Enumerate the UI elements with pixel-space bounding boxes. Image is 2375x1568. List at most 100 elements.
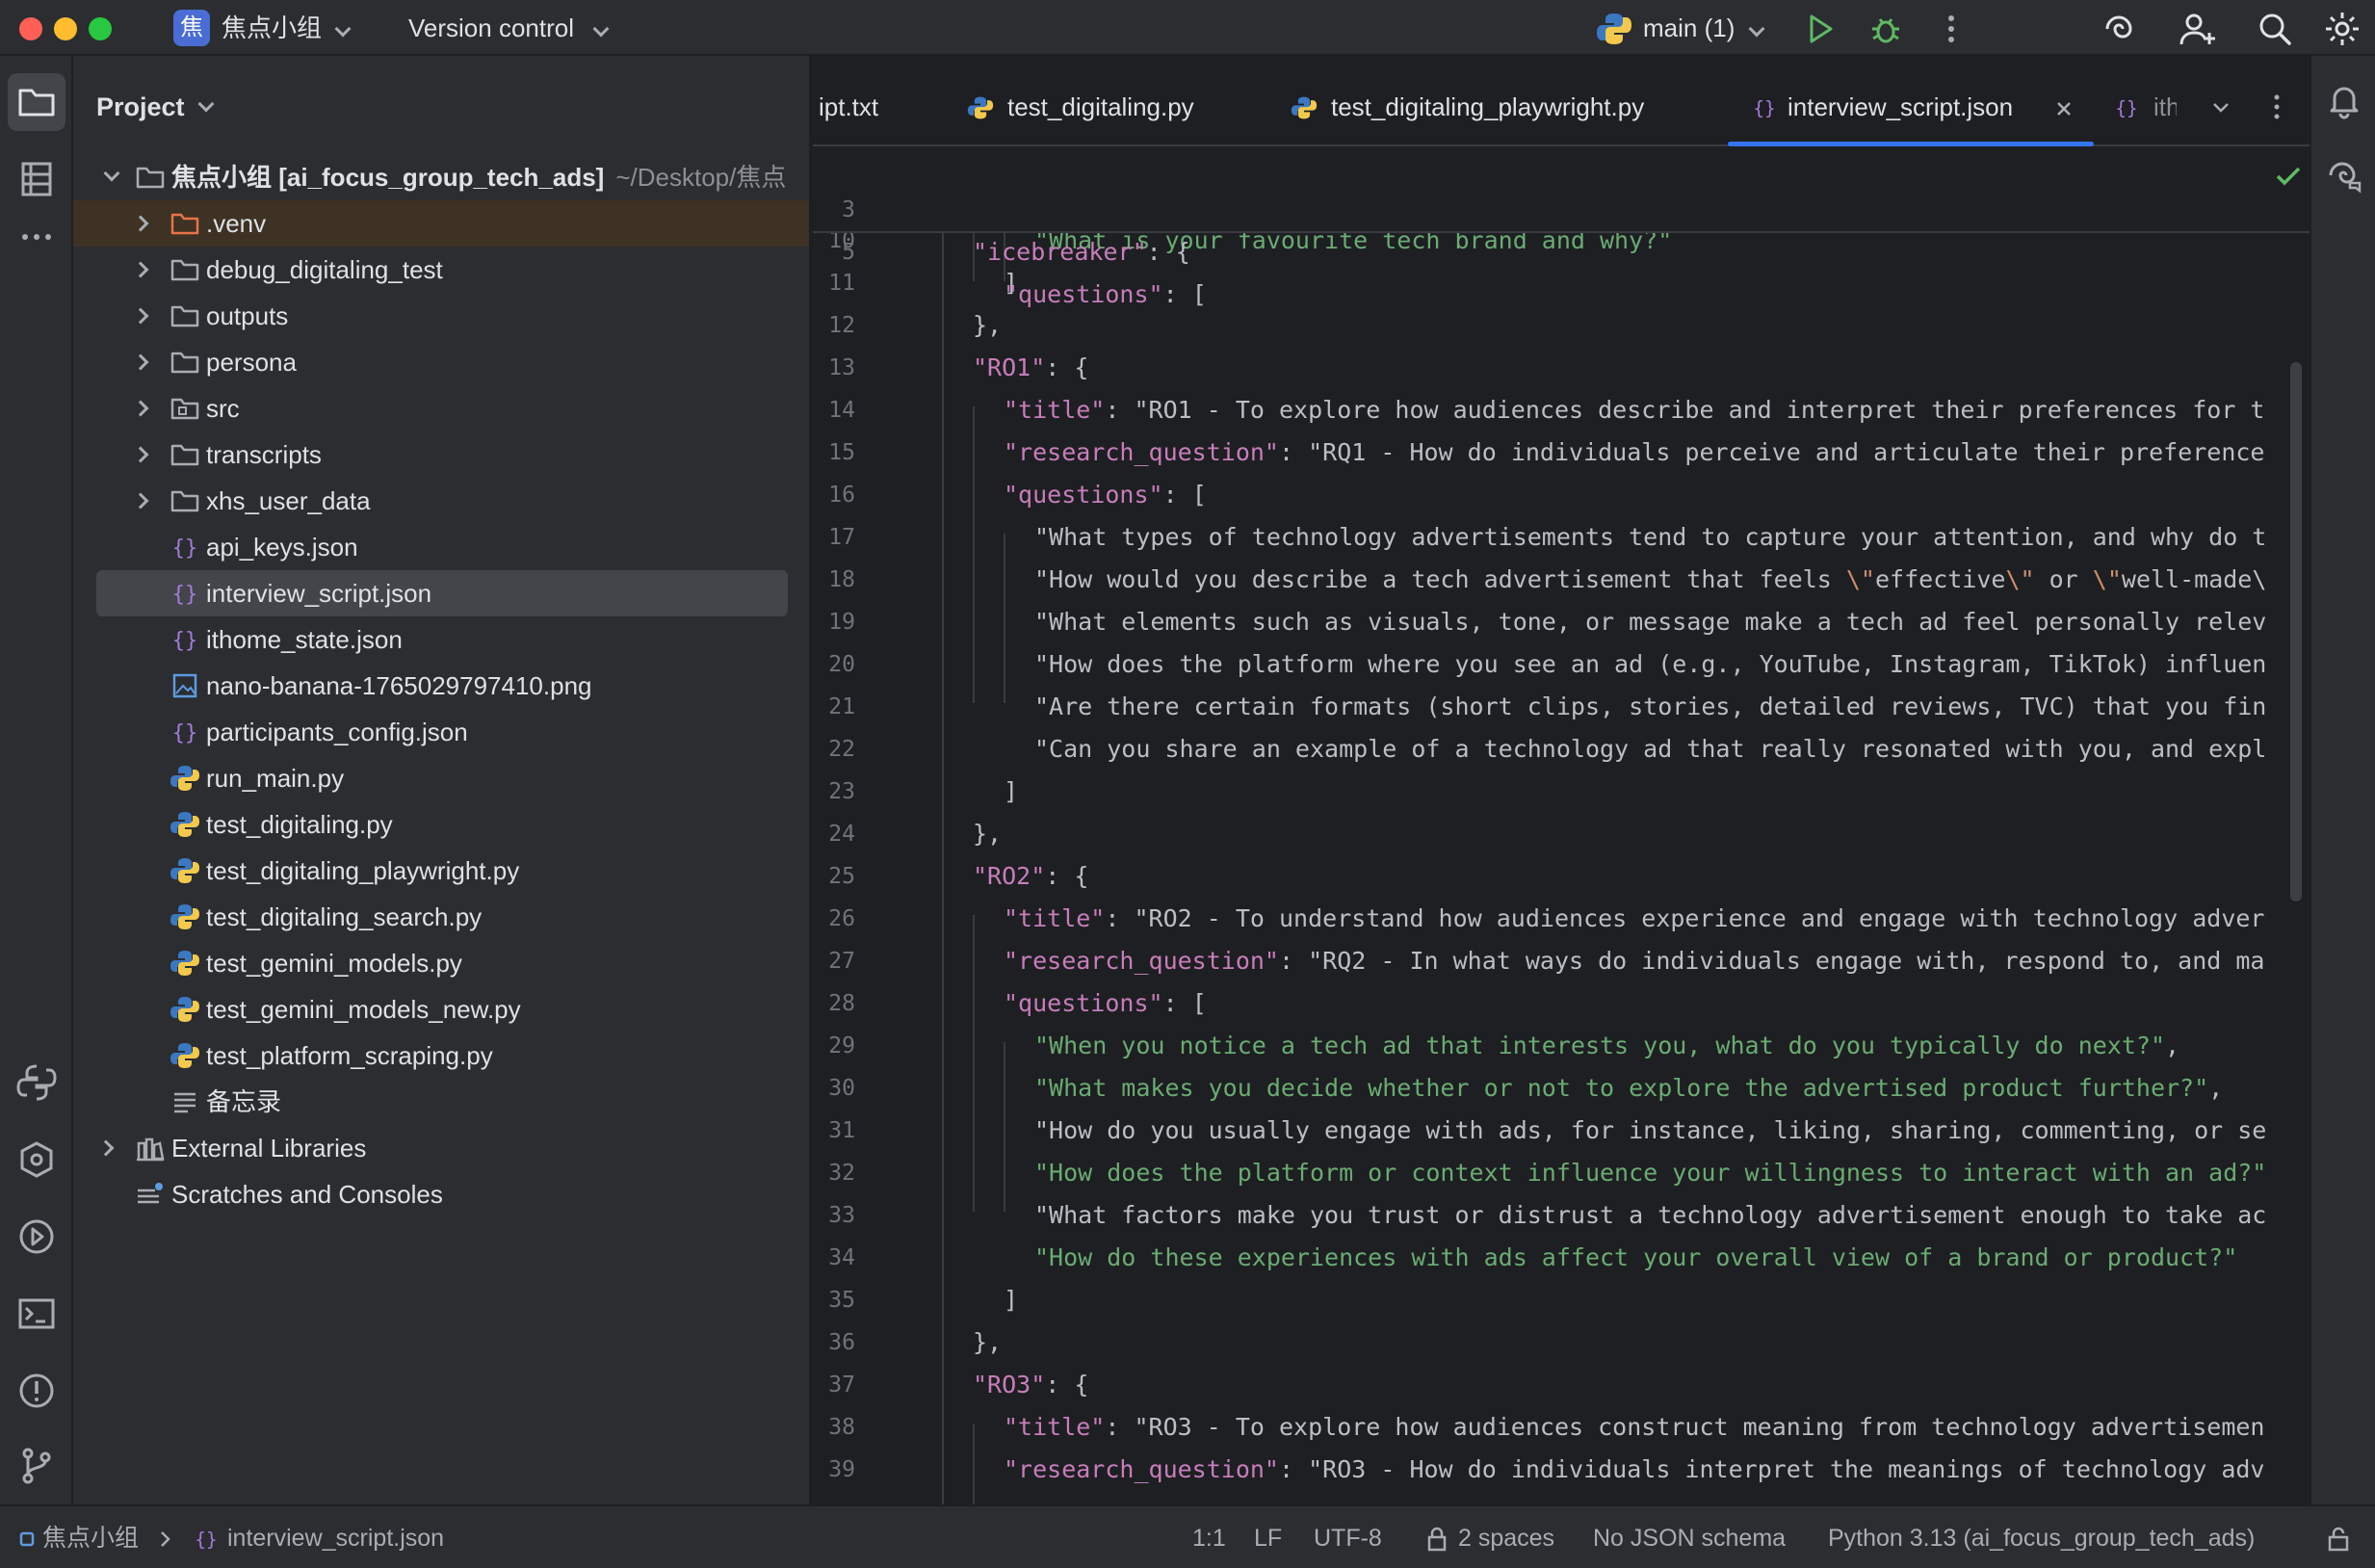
vertical-scrollbar[interactable]: [2290, 362, 2302, 902]
tab-test-digitaling-py[interactable]: test_digitaling.py: [967, 56, 1194, 146]
more-horizontal-icon[interactable]: [15, 216, 58, 258]
tree-item-transcripts[interactable]: transcripts: [73, 431, 809, 478]
tab-ipt-txt[interactable]: ipt.txt: [819, 56, 878, 146]
tree-item-scratches[interactable]: Scratches and Consoles: [73, 1171, 809, 1217]
tree-item-ithome-state-json[interactable]: {} ithome_state.json: [73, 616, 809, 663]
tree-item-test-platform-scraping-py[interactable]: test_platform_scraping.py: [73, 1032, 809, 1079]
breadcrumb-project[interactable]: 焦点小组: [42, 1524, 139, 1553]
git-branch-icon[interactable]: [15, 1445, 58, 1487]
code-line[interactable]: 36},: [813, 1321, 2310, 1364]
tree-item-src[interactable]: src: [73, 385, 809, 431]
code-line[interactable]: 30 "What makes you decide whether or not …: [813, 1067, 2310, 1110]
tree-item-xhs-user-data[interactable]: xhs_user_data: [73, 478, 809, 524]
tree-item-external-libraries[interactable]: External Libraries: [73, 1125, 809, 1171]
code-line[interactable]: 5 "questions": [: [813, 189, 2310, 308]
tree-item-nano-banana-png[interactable]: nano-banana-1765029797410.png: [73, 663, 809, 709]
code-line[interactable]: 28 "questions": [: [813, 982, 2310, 1025]
code-line[interactable]: 35]: [813, 1279, 2310, 1321]
code-line[interactable]: 38 "title": "RO3 - To explore how audienc…: [813, 1406, 2310, 1449]
code-line[interactable]: 25 "RO2": {: [813, 855, 2310, 898]
code-line[interactable]: 31 "How do you usually engage with ads, f…: [813, 1110, 2310, 1152]
lock-icon[interactable]: [2325, 1526, 2352, 1553]
python-packages-icon[interactable]: [15, 1061, 58, 1104]
code-line[interactable]: 15 "research_question": "RQ1 - How do ind…: [813, 431, 2310, 474]
tree-item-debug-digitaling-test[interactable]: debug_digitaling_test: [73, 247, 809, 293]
run-icon[interactable]: [1801, 10, 1840, 48]
run-config-selector[interactable]: main (1): [1643, 13, 1735, 42]
code-line[interactable]: 32 "How does the platform or context infl…: [813, 1152, 2310, 1194]
more-vertical-icon[interactable]: [1932, 10, 1970, 48]
chevron-down-icon: [197, 95, 215, 113]
project-badge[interactable]: 焦: [173, 10, 210, 46]
tree-item-interview-script-json[interactable]: {} interview_script.json: [73, 570, 809, 616]
tree-item-test-digitaling-playwright-py[interactable]: test_digitaling_playwright.py: [73, 848, 809, 894]
json-schema[interactable]: No JSON schema: [1593, 1524, 1786, 1553]
tab-test-digitaling-playwright-py[interactable]: test_digitaling_playwright.py: [1291, 56, 1644, 146]
folder-icon[interactable]: [15, 81, 58, 123]
tree-item-persona[interactable]: persona: [73, 339, 809, 385]
structure-icon[interactable]: [15, 158, 58, 200]
code-line[interactable]: 34 "How do these experiences with ads aff…: [813, 1237, 2310, 1279]
tree-item-test-digitaling-py[interactable]: test_digitaling.py: [73, 801, 809, 848]
code-line[interactable]: 3 "icebreaker": {: [813, 146, 2310, 266]
python-interpreter[interactable]: Python 3.13 (ai_focus_group_tech_ads): [1828, 1524, 2255, 1553]
tree-item-test-gemini-models-new-py[interactable]: test_gemini_models_new.py: [73, 986, 809, 1032]
tree-item-venv[interactable]: .venv: [73, 200, 809, 247]
tree-item-test-gemini-models-py[interactable]: test_gemini_models.py: [73, 940, 809, 986]
vcs-menu[interactable]: Version control: [408, 13, 574, 42]
gear-icon[interactable]: [2323, 10, 2362, 48]
code-line[interactable]: 29 "When you notice a tech ad that intere…: [813, 1025, 2310, 1067]
tab-interview-script-json[interactable]: {} interview_script.json: [1728, 56, 2094, 146]
debug-icon[interactable]: [1866, 10, 1905, 48]
ai-assistant-icon[interactable]: [2100, 10, 2138, 48]
code-line[interactable]: 37 "RO3": {: [813, 1364, 2310, 1406]
run-tool-icon[interactable]: [15, 1215, 58, 1258]
tab-ithome-state-json[interactable]: {} ith: [2113, 56, 2177, 146]
code-line[interactable]: 21 "Are there certain formats (short clip…: [813, 686, 2310, 728]
code-area[interactable]: 10 "What is your favourite tech brand and…: [813, 233, 2310, 1504]
code-line[interactable]: 27 "research_question": "RQ2 - In what wa…: [813, 940, 2310, 982]
tree-item-test-digitaling-search-py[interactable]: test_digitaling_search.py: [73, 894, 809, 940]
tree-item-label: Scratches and Consoles: [171, 1180, 443, 1209]
code-line[interactable]: 23]: [813, 771, 2310, 813]
code-line[interactable]: 13 "RO1": {: [813, 347, 2310, 389]
code-line[interactable]: 18 "How would you describe a tech adverti…: [813, 559, 2310, 601]
search-icon[interactable]: [2256, 10, 2294, 48]
close-icon[interactable]: [2055, 100, 2073, 118]
tree-root[interactable]: 焦点小组 [ai_focus_group_tech_ads] ~/Desktop/…: [73, 154, 809, 200]
notifications-icon[interactable]: [2325, 81, 2363, 119]
indent-setting[interactable]: 2 spaces: [1458, 1524, 1554, 1553]
code-line[interactable]: 19 "What elements such as visuals, tone, …: [813, 601, 2310, 643]
file-encoding[interactable]: UTF-8: [1314, 1524, 1382, 1553]
tree-item-memo[interactable]: 备忘录: [73, 1079, 809, 1125]
code-line[interactable]: 24},: [813, 813, 2310, 855]
code-line[interactable]: 33 "What factors make you trust or distru…: [813, 1194, 2310, 1237]
code-line[interactable]: 14 "title": "RO1 - To explore how audienc…: [813, 389, 2310, 431]
tree-item-participants-config-json[interactable]: {} participants_config.json: [73, 709, 809, 755]
project-panel-header[interactable]: Project: [96, 92, 185, 122]
code-line[interactable]: 16 "questions": [: [813, 474, 2310, 516]
tree-item-run-main-py[interactable]: run_main.py: [73, 755, 809, 801]
window-close-button[interactable]: [19, 17, 42, 40]
ai-chat-icon[interactable]: [2325, 156, 2363, 195]
window-minimize-button[interactable]: [54, 17, 77, 40]
services-icon[interactable]: [15, 1138, 58, 1181]
code-line[interactable]: 22 "Can you share an example of a technol…: [813, 728, 2310, 771]
breadcrumb-file[interactable]: interview_script.json: [227, 1524, 444, 1553]
tree-item-outputs[interactable]: outputs: [73, 293, 809, 339]
line-separator[interactable]: LF: [1254, 1524, 1282, 1553]
add-user-icon[interactable]: [2179, 10, 2217, 48]
window-maximize-button[interactable]: [89, 17, 112, 40]
problems-icon[interactable]: [15, 1370, 58, 1412]
code-line[interactable]: 26 "title": "RO2 - To understand how audi…: [813, 898, 2310, 940]
code-line[interactable]: 39 "research_question": "RO3 - How do ind…: [813, 1449, 2310, 1491]
project-switcher[interactable]: 焦点小组: [222, 13, 322, 42]
tree-item-api-keys-json[interactable]: {} api_keys.json: [73, 524, 809, 570]
caret-position[interactable]: 1:1: [1192, 1524, 1226, 1553]
terminal-icon[interactable]: [15, 1293, 58, 1335]
line-number: 24: [828, 822, 855, 847]
more-vertical-icon[interactable]: [2265, 92, 2288, 121]
code-line[interactable]: 17 "What types of technology advertisemen…: [813, 516, 2310, 559]
code-line[interactable]: 20 "How does the platform where you see a…: [813, 643, 2310, 686]
chevron-down-icon[interactable]: [2209, 96, 2232, 119]
